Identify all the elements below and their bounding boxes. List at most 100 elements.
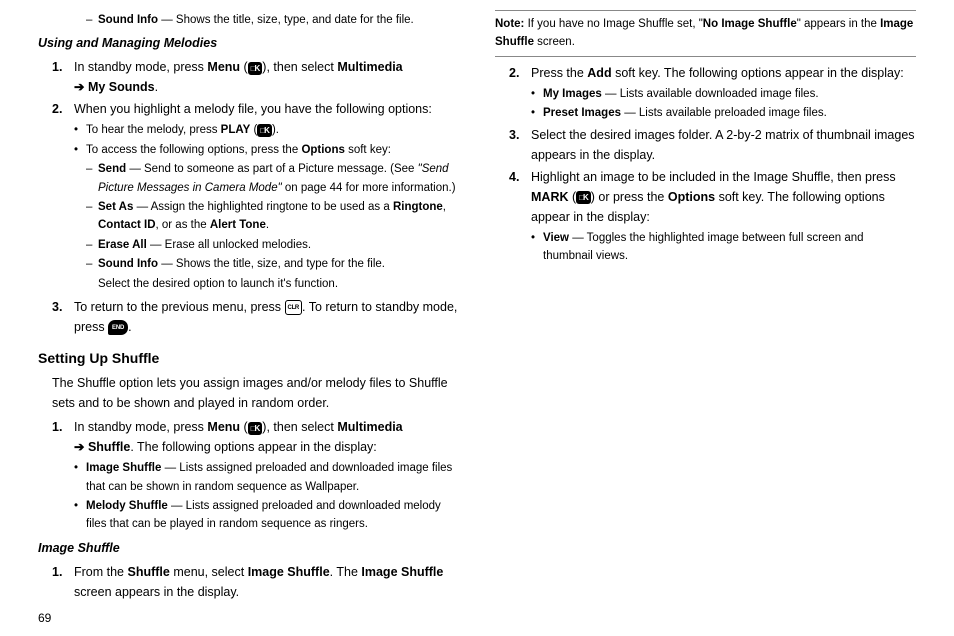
bullet-body: View — Toggles the highlighted image bet…	[543, 229, 916, 266]
bullet-mark: •	[74, 497, 86, 534]
step-num: 1.	[52, 562, 74, 602]
bullet-mark: •	[531, 85, 543, 103]
is-bullet-myimages: • My Images — Lists available downloaded…	[531, 85, 916, 103]
step-num: 2.	[509, 63, 531, 83]
txt: (	[569, 190, 577, 204]
bullet-body: Melody Shuffle — Lists assigned preloade…	[86, 497, 459, 534]
step-num: 1.	[52, 57, 74, 97]
txt: .	[266, 219, 269, 231]
ok-icon	[248, 422, 263, 435]
txt: (	[240, 420, 248, 434]
contactid-label: Contact ID	[98, 219, 156, 231]
dash-mark: –	[86, 236, 98, 254]
dash-body: Send — Send to someone as part of a Pict…	[98, 160, 459, 197]
txt: screen appears in the display.	[74, 585, 239, 599]
bullet-body: My Images — Lists available downloaded i…	[543, 85, 916, 103]
mark-label: MARK	[531, 190, 569, 204]
play-label: PLAY	[221, 124, 251, 136]
step-body: Select the desired images folder. A 2-by…	[531, 125, 916, 165]
ok-icon	[257, 124, 272, 137]
bullet-mark: •	[531, 229, 543, 266]
umm-bullet-play: • To hear the melody, press PLAY ().	[74, 121, 459, 139]
is-step-4: 4. Highlight an image to be included in …	[509, 167, 916, 227]
txt: . The following options appear in the di…	[130, 440, 376, 454]
eraseall-label: Erase All	[98, 239, 147, 251]
page-number: 69	[38, 609, 51, 628]
ok-icon	[248, 62, 263, 75]
txt: .	[155, 80, 158, 94]
heading-using-managing: Using and Managing Melodies	[38, 33, 459, 53]
dash-body: Set As — Assign the highlighted ringtone…	[98, 198, 459, 235]
txt: soft key. The following options appear i…	[612, 66, 904, 80]
menu-label: Menu	[207, 60, 240, 74]
sus-step-1: 1. In standby mode, press Menu (), then …	[52, 417, 459, 457]
txt: — Toggles the highlighted image between …	[543, 232, 864, 262]
txt: screen.	[534, 36, 575, 48]
step-num: 3.	[52, 297, 74, 337]
step-body: Press the Add soft key. The following op…	[531, 63, 916, 83]
dash-body: Erase All — Erase all unlocked melodies.	[98, 236, 459, 254]
txt: In standby mode, press	[74, 60, 207, 74]
step-num: 3.	[509, 125, 531, 165]
txt: Press the	[531, 66, 587, 80]
txt: ), then select	[262, 420, 337, 434]
is-step-1: 1. From the Shuffle menu, select Image S…	[52, 562, 459, 602]
txt: .	[128, 320, 131, 334]
txt: — Lists available preloaded image files.	[621, 107, 827, 119]
txt: soft key:	[345, 144, 391, 156]
txt: Highlight an image to be included in the…	[531, 170, 896, 184]
ringtone-label: Ringtone	[393, 201, 443, 213]
add-label: Add	[587, 66, 611, 80]
txt: In standby mode, press	[74, 420, 207, 434]
txt: — Erase all unlocked melodies.	[147, 239, 311, 251]
dash-body: Sound Info — Shows the title, size, type…	[98, 11, 459, 29]
umm-step-3: 3. To return to the previous menu, press…	[52, 297, 459, 337]
shuffle-label: Shuffle	[128, 565, 170, 579]
txt: ), then select	[262, 60, 337, 74]
shuffle-intro: The Shuffle option lets you assign image…	[52, 373, 459, 413]
umm-step-1: 1. In standby mode, press Menu (), then …	[52, 57, 459, 97]
txt: menu, select	[170, 565, 248, 579]
arrow-icon	[74, 80, 88, 94]
step-body: From the Shuffle menu, select Image Shuf…	[74, 562, 459, 602]
dash-mark: –	[86, 255, 98, 273]
dash-mark: –	[86, 198, 98, 235]
dash-mark: –	[86, 11, 98, 29]
bullet-mark: •	[74, 121, 86, 139]
step-body: When you highlight a melody file, you ha…	[74, 99, 459, 119]
txt: To hear the melody, press	[86, 124, 221, 136]
umm-bullet-options: • To access the following options, press…	[74, 141, 459, 159]
menu-label: Menu	[207, 420, 240, 434]
my-sounds-label: My Sounds	[88, 80, 155, 94]
is-step-3: 3. Select the desired images folder. A 2…	[509, 125, 916, 165]
send-label: Send	[98, 163, 126, 175]
ok-icon	[576, 191, 591, 204]
txt: To return to the previous menu, press	[74, 300, 285, 314]
umm-dash-soundinfo: – Sound Info — Shows the title, size, an…	[86, 255, 459, 273]
txt: ) or press the	[591, 190, 668, 204]
arrow-icon	[74, 440, 88, 454]
no-image-shuffle-label: No Image Shuffle	[703, 18, 797, 30]
umm-dash-setas: – Set As — Assign the highlighted ringto…	[86, 198, 459, 235]
txt: , or as the	[156, 219, 210, 231]
desc: — Shows the title, size, type, and date …	[158, 14, 414, 26]
txt: . The	[330, 565, 362, 579]
multimedia-label: Multimedia	[337, 420, 402, 434]
image-shuffle-label: Image Shuffle	[361, 565, 443, 579]
soundinfo-label: Sound Info	[98, 258, 158, 270]
sus-bullet-image: • Image Shuffle — Lists assigned preload…	[74, 459, 459, 496]
txt: — Assign the highlighted ringtone to be …	[133, 201, 393, 213]
step-body: Highlight an image to be included in the…	[531, 167, 916, 227]
view-label: View	[543, 232, 569, 244]
txt: ,	[443, 201, 446, 213]
umm-dash-send: – Send — Send to someone as part of a Pi…	[86, 160, 459, 197]
alerttone-label: Alert Tone	[210, 219, 266, 231]
step-num: 4.	[509, 167, 531, 227]
txt: If you have no Image Shuffle set, "	[524, 18, 702, 30]
is-bullet-view: • View — Toggles the highlighted image b…	[531, 229, 916, 266]
is-bullet-preset: • Preset Images — Lists available preloa…	[531, 104, 916, 122]
txt: — Lists available downloaded image files…	[602, 88, 819, 100]
step-body: To return to the previous menu, press . …	[74, 297, 459, 337]
bullet-mark: •	[74, 141, 86, 159]
umm-dash-eraseall: – Erase All — Erase all unlocked melodie…	[86, 236, 459, 254]
